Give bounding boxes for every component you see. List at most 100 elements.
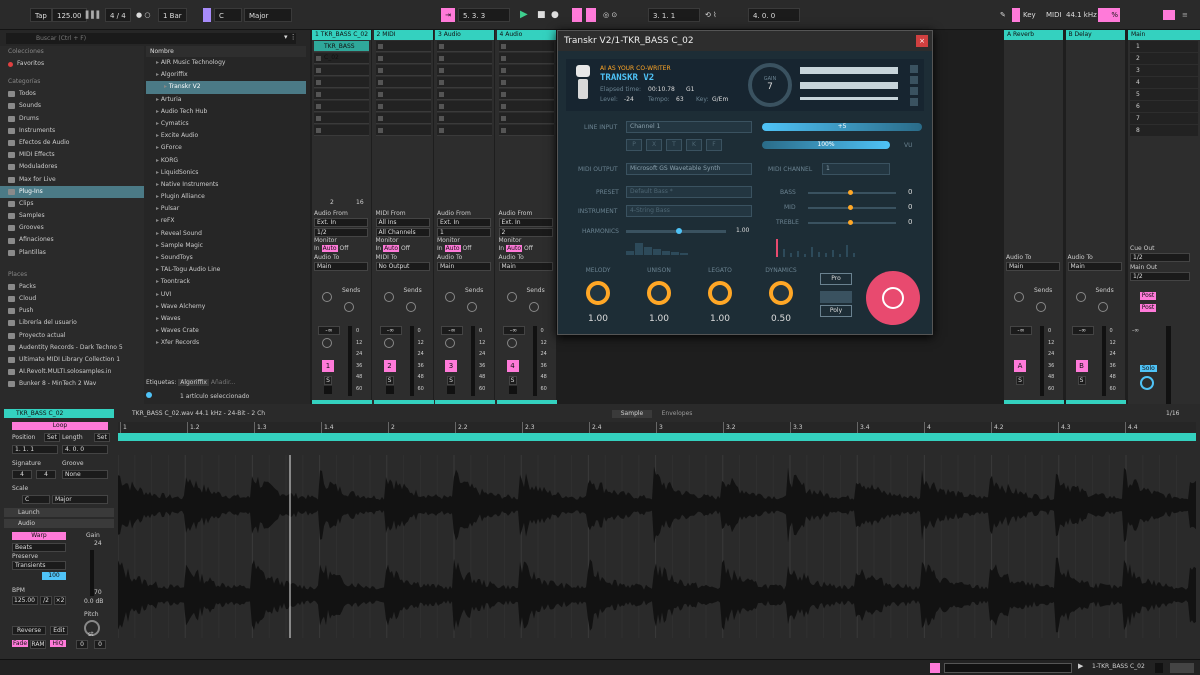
arrangement-position[interactable]: 5. 3. 3 <box>458 8 510 22</box>
loop-brace[interactable] <box>118 433 1196 441</box>
clip-slot[interactable] <box>498 65 554 76</box>
browser-list-item[interactable]: ▸ Pulsar <box>146 203 306 215</box>
browser-list-item[interactable]: ▸ Toontrack <box>146 276 306 288</box>
category-item[interactable]: Samples <box>0 210 144 222</box>
place-item[interactable]: Audentity Records - Dark Techno 5 <box>0 342 144 354</box>
audio-section[interactable]: Audio <box>4 519 114 528</box>
category-item[interactable]: Plantillas <box>0 247 144 259</box>
track-header[interactable]: 3 Audio <box>435 30 494 40</box>
ruler[interactable]: 1 1.2 1.3 1.4 2 2.2 2.3 2.4 3 3.2 3.3 3.4 4 4.2 4.3 4.4 <box>118 422 1196 433</box>
output-select[interactable]: Main <box>437 262 491 271</box>
metronome-icon[interactable]: ▐▐▐ <box>83 8 99 22</box>
solo-button[interactable]: Solo <box>1140 365 1157 372</box>
place-item[interactable]: Push <box>0 305 144 317</box>
arm-button[interactable] <box>447 386 455 394</box>
browser-list-item[interactable]: ▸ SoundToys <box>146 252 306 264</box>
volume-field[interactable]: -∞ <box>1071 326 1094 335</box>
send-b-knob[interactable] <box>1036 302 1046 312</box>
send-a-knob[interactable] <box>445 292 455 302</box>
input-mode-button[interactable]: F <box>706 139 722 151</box>
return-header[interactable]: B Delay <box>1065 30 1125 40</box>
groove-select[interactable]: None <box>62 470 108 479</box>
clip-slot[interactable] <box>314 65 369 76</box>
solo-button[interactable]: S <box>324 376 332 385</box>
view-toggle[interactable] <box>1170 663 1194 673</box>
browser-list-item[interactable]: ▸ Waves Crate <box>146 325 306 337</box>
tap-button[interactable]: Tap <box>30 8 52 22</box>
monitor-off-button[interactable]: Off <box>401 245 410 252</box>
half-tempo-button[interactable]: /2 <box>40 596 52 605</box>
pitch-field[interactable]: 0 <box>76 640 88 649</box>
volume-fader[interactable] <box>348 326 352 396</box>
place-item[interactable]: Cloud <box>0 293 144 305</box>
launch-section[interactable]: Launch <box>4 508 114 517</box>
channel-select[interactable]: 2 <box>498 228 553 237</box>
device-view-icon[interactable] <box>1155 663 1163 673</box>
monitor-off-button[interactable]: Off <box>524 245 533 252</box>
position-field[interactable]: 1. 1. 1 <box>12 445 58 454</box>
overview-minimap[interactable] <box>944 663 1072 673</box>
mono-button[interactable] <box>820 291 852 303</box>
input-select[interactable]: Ext. In <box>314 218 368 227</box>
send-b-knob[interactable] <box>528 302 539 312</box>
scene-launch[interactable]: 1 <box>1130 41 1198 52</box>
input-mode-button[interactable]: P <box>626 139 642 151</box>
clip-slot[interactable] <box>498 41 554 52</box>
scene-launch[interactable]: 4 <box>1130 77 1198 88</box>
reverse-button[interactable]: Reverse <box>12 626 46 635</box>
browser-list-item[interactable]: ▸ Waves <box>146 313 306 325</box>
tab-envelopes[interactable]: Envelopes <box>652 410 702 418</box>
place-item[interactable]: Librería del usuario <box>0 317 144 329</box>
parameter-knob[interactable] <box>769 281 793 305</box>
category-item[interactable]: Plug-Ins <box>0 185 144 198</box>
record-button[interactable] <box>866 271 920 325</box>
computer-keyboard-icon[interactable] <box>1163 10 1175 20</box>
lock-icon[interactable] <box>910 98 918 106</box>
clip-slot[interactable] <box>375 53 431 64</box>
treble-slider[interactable] <box>808 220 896 225</box>
monitor-auto-button[interactable]: Auto <box>444 245 461 252</box>
monitor-in-button[interactable]: In <box>437 245 443 252</box>
midi-icon[interactable] <box>910 76 918 84</box>
main-out-select[interactable]: 1/2 <box>1130 272 1190 281</box>
category-item[interactable]: MIDI Effects <box>0 149 144 161</box>
mid-slider[interactable] <box>808 205 896 210</box>
parameter-knob[interactable] <box>586 281 610 305</box>
monitor-in-button[interactable]: In <box>499 245 505 252</box>
send-b-knob[interactable] <box>467 302 477 312</box>
play-icon[interactable]: ▶ <box>520 8 528 22</box>
scene-launch[interactable]: 2 <box>1130 53 1198 64</box>
signature-field[interactable]: 4 / 4 <box>105 8 131 22</box>
pan-knob[interactable] <box>506 338 517 348</box>
track-header[interactable]: 1 TKR_BASS C_02 <box>312 30 371 40</box>
track-activator[interactable]: 4 <box>506 360 519 372</box>
browser-list-item[interactable]: ▸ Excite Audio <box>146 130 306 142</box>
poly-button[interactable]: Poly <box>820 305 852 317</box>
volume-field[interactable]: -∞ <box>318 326 340 335</box>
input-mode-button[interactable]: T <box>666 139 682 151</box>
scene-launch[interactable]: 5 <box>1130 89 1198 100</box>
track-activator[interactable]: 1 <box>322 360 334 372</box>
clip-slot[interactable] <box>498 89 554 100</box>
clip-slot[interactable] <box>437 53 492 64</box>
clip-title[interactable]: TKR_BASS C_02 <box>4 409 114 418</box>
return-activator[interactable]: A <box>1014 360 1026 372</box>
return-header[interactable]: A Reverb <box>1004 30 1063 40</box>
tag-add[interactable]: Añadir... <box>211 379 236 386</box>
key-label[interactable]: Key <box>1023 8 1036 22</box>
loop-start[interactable]: 3. 1. 1 <box>648 8 700 22</box>
plugin-title[interactable]: Transkr V2/1-TKR_BASS C_02 <box>558 31 932 51</box>
clip-slot[interactable] <box>437 89 492 100</box>
key-select[interactable]: C <box>214 8 242 22</box>
solo-button[interactable]: S <box>385 376 394 385</box>
place-item[interactable]: Proyecto actual <box>0 330 144 342</box>
monitor-in-button[interactable]: In <box>314 245 320 252</box>
browser-list-item[interactable]: ▸ UVI <box>146 289 306 301</box>
clip-slot[interactable] <box>498 125 554 136</box>
browser-list-item[interactable]: ▸ Native Instruments <box>146 179 306 191</box>
input-mode-button[interactable]: X <box>646 139 662 151</box>
grid-setting[interactable]: 1/16 <box>1166 409 1179 419</box>
post-button-a[interactable]: Post <box>1140 292 1156 300</box>
arm-button[interactable] <box>324 386 332 394</box>
instrument-select[interactable]: 4-String Bass <box>626 205 752 217</box>
